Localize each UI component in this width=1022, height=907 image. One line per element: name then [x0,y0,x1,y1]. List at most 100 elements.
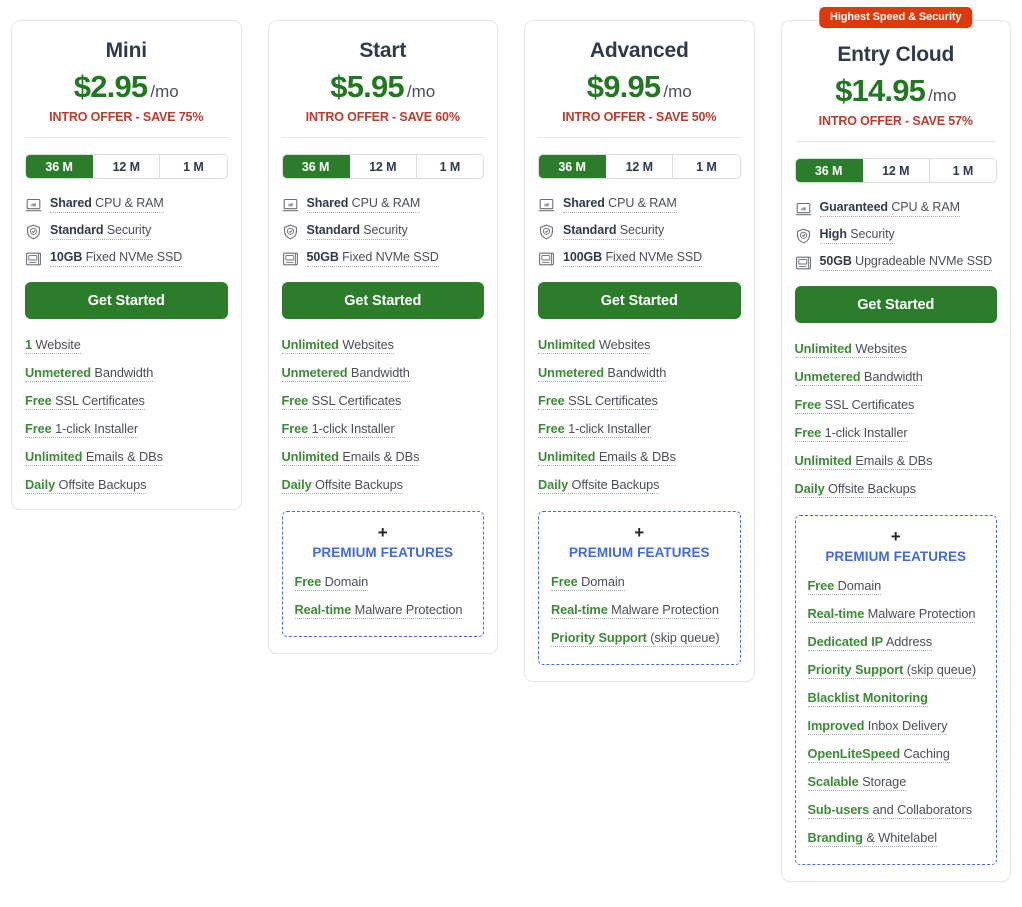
cpu-monitor-icon [538,197,555,213]
spec-text: 100GB Fixed NVMe SSD [563,250,702,267]
premium-feature-item: OpenLiteSpeed Caching [807,746,985,763]
term-selector: 36 M 12 M1 M [25,154,228,179]
term-option-1m[interactable]: 1 M [160,155,227,178]
feature-list: 1 Website Unmetered Bandwidth Free SSL Cer… [25,337,228,494]
feature-text: Daily Offsite Backups [25,477,147,494]
plan-name: Start [359,39,407,62]
spec-row: 50GB Upgradeable NVMe SSD [795,253,998,272]
term-option-36m[interactable]: 36 M [26,155,94,178]
storage-drive-icon [25,251,42,267]
spec-row: Shared CPU & RAM [25,195,228,214]
feature-text: Unmetered Bandwidth [281,365,410,382]
feature-text: Improved Inbox Delivery [807,718,948,735]
premium-feature-item: Real-time Malware Protection [551,602,728,619]
term-option-12m[interactable]: 12 M [862,159,930,182]
spec-row: High Security [795,226,998,245]
storage-drive-icon [538,251,555,267]
term-option-12m[interactable]: 12 M [606,155,674,178]
plan-name: Advanced [589,39,689,62]
plan-card-start: Start $5.95/mo INTRO OFFER - SAVE 60% 36 M1… [267,20,498,654]
intro-offer-label: INTRO OFFER - SAVE 57% [818,114,973,128]
intro-offer-label: INTRO OFFER - SAVE 75% [49,110,204,124]
premium-feature-item: Improved Inbox Delivery [807,718,985,735]
feature-text: Free SSL Certificates [281,393,402,410]
plus-icon: + [377,523,388,542]
feature-text: Unmetered Bandwidth [538,365,667,382]
price-period: /mo [406,82,436,101]
feature-text: Daily Offsite Backups [794,481,916,498]
feature-text: Unlimited Emails & DBs [538,449,676,466]
plan-card-advanced: Advanced $9.95/mo INTRO OFFER - SAVE 50% 36… [524,20,755,682]
spec-row: Standard Security [25,222,228,241]
feature-text: Unlimited Emails & DBs [25,449,163,466]
spec-text: Shared CPU & RAM [306,196,420,213]
spec-text: Standard Security [563,223,664,240]
term-option-36m[interactable]: 36 M [282,155,350,178]
feature-item: Daily Offsite Backups [25,477,228,494]
term-option-12m[interactable]: 12 M [349,155,417,178]
feature-item: Free SSL Certificates [25,393,228,410]
feature-text: Blacklist Monitoring [807,690,928,707]
premium-feature-item: Free Domain [294,574,472,591]
storage-drive-icon [795,255,812,271]
section-divider [281,137,484,138]
price-amount: $5.95 [330,69,404,104]
storage-drive-icon [282,251,299,267]
spec-text: High Security [819,227,895,244]
section-divider [538,137,741,138]
term-option-1m[interactable]: 1 M [416,155,484,178]
term-option-1m[interactable]: 1 M [673,155,740,178]
spec-text: Guaranteed CPU & RAM [819,200,960,217]
term-option-36m[interactable]: 36 M [795,159,863,182]
spec-text: Shared CPU & RAM [50,196,164,213]
feature-text: Sub-users and Collaborators [807,802,972,819]
feature-item: Unmetered Bandwidth [538,365,741,382]
feature-text: Unlimited Emails & DBs [794,453,933,470]
feature-item: Free 1-click Installer [25,421,228,438]
feature-text: Free SSL Certificates [794,397,915,414]
price-row: $5.95/mo [282,69,485,105]
plus-icon: + [634,523,645,542]
feature-list: Unlimited Websites Unmetered Bandwidth Fre… [538,337,741,494]
plan-badge: Highest Speed & Security [819,7,973,28]
spec-text: 50GB Fixed NVMe SSD [306,250,439,267]
term-selector: 36 M 12 M1 M [538,154,741,179]
get-started-button[interactable]: Get Started [538,282,741,319]
pricing-plans-grid: Mini $2.95/mo INTRO OFFER - SAVE 75% 36 M 12… [0,0,1022,907]
spec-text: Shared CPU & RAM [563,196,677,213]
feature-text: Unlimited Websites [281,337,394,354]
feature-text: Dedicated IP Address [807,634,933,651]
premium-features-title: PREMIUM FEATURES [312,545,454,560]
premium-feature-item: Priority Support (skip queue) [551,630,728,647]
premium-features-title: PREMIUM FEATURES [568,545,710,560]
spec-text: 10GB Fixed NVMe SSD [50,250,182,267]
premium-feature-item: Free Domain [807,578,985,595]
feature-text: Free Domain [551,574,625,591]
feature-text: Real-time Malware Protection [294,602,463,619]
feature-item: Daily Offsite Backups [281,477,485,494]
feature-item: Free 1-click Installer [538,421,741,438]
get-started-button[interactable]: Get Started [281,282,484,319]
plan-card-mini: Mini $2.95/mo INTRO OFFER - SAVE 75% 36 M 12… [11,20,242,510]
plan-name: Mini [105,39,147,62]
term-option-36m[interactable]: 36 M [539,155,607,178]
feature-item: Free SSL Certificates [538,393,741,410]
term-option-12m[interactable]: 12 M [93,155,161,178]
premium-features-box: + PREMIUM FEATURES Free Domain Real-time Ma… [281,511,484,637]
get-started-button[interactable]: Get Started [25,282,228,319]
feature-item: Unmetered Bandwidth [281,365,485,382]
spec-row: Guaranteed CPU & RAM [795,199,998,218]
price-period: /mo [928,86,957,105]
spec-text: Standard Security [50,223,151,240]
price-period: /mo [150,82,179,101]
feature-text: Free Domain [294,574,369,591]
term-option-1m[interactable]: 1 M [929,159,997,182]
price-row: $14.95/mo [795,73,998,109]
feature-text: Free 1-click Installer [25,421,139,438]
feature-item: Unlimited Emails & DBs [794,453,998,470]
feature-item: Unlimited Emails & DBs [25,449,228,466]
feature-text: Free SSL Certificates [538,393,658,410]
feature-text: Scalable Storage [807,774,907,791]
spec-text: 50GB Upgradeable NVMe SSD [819,254,992,271]
get-started-button[interactable]: Get Started [794,286,997,323]
